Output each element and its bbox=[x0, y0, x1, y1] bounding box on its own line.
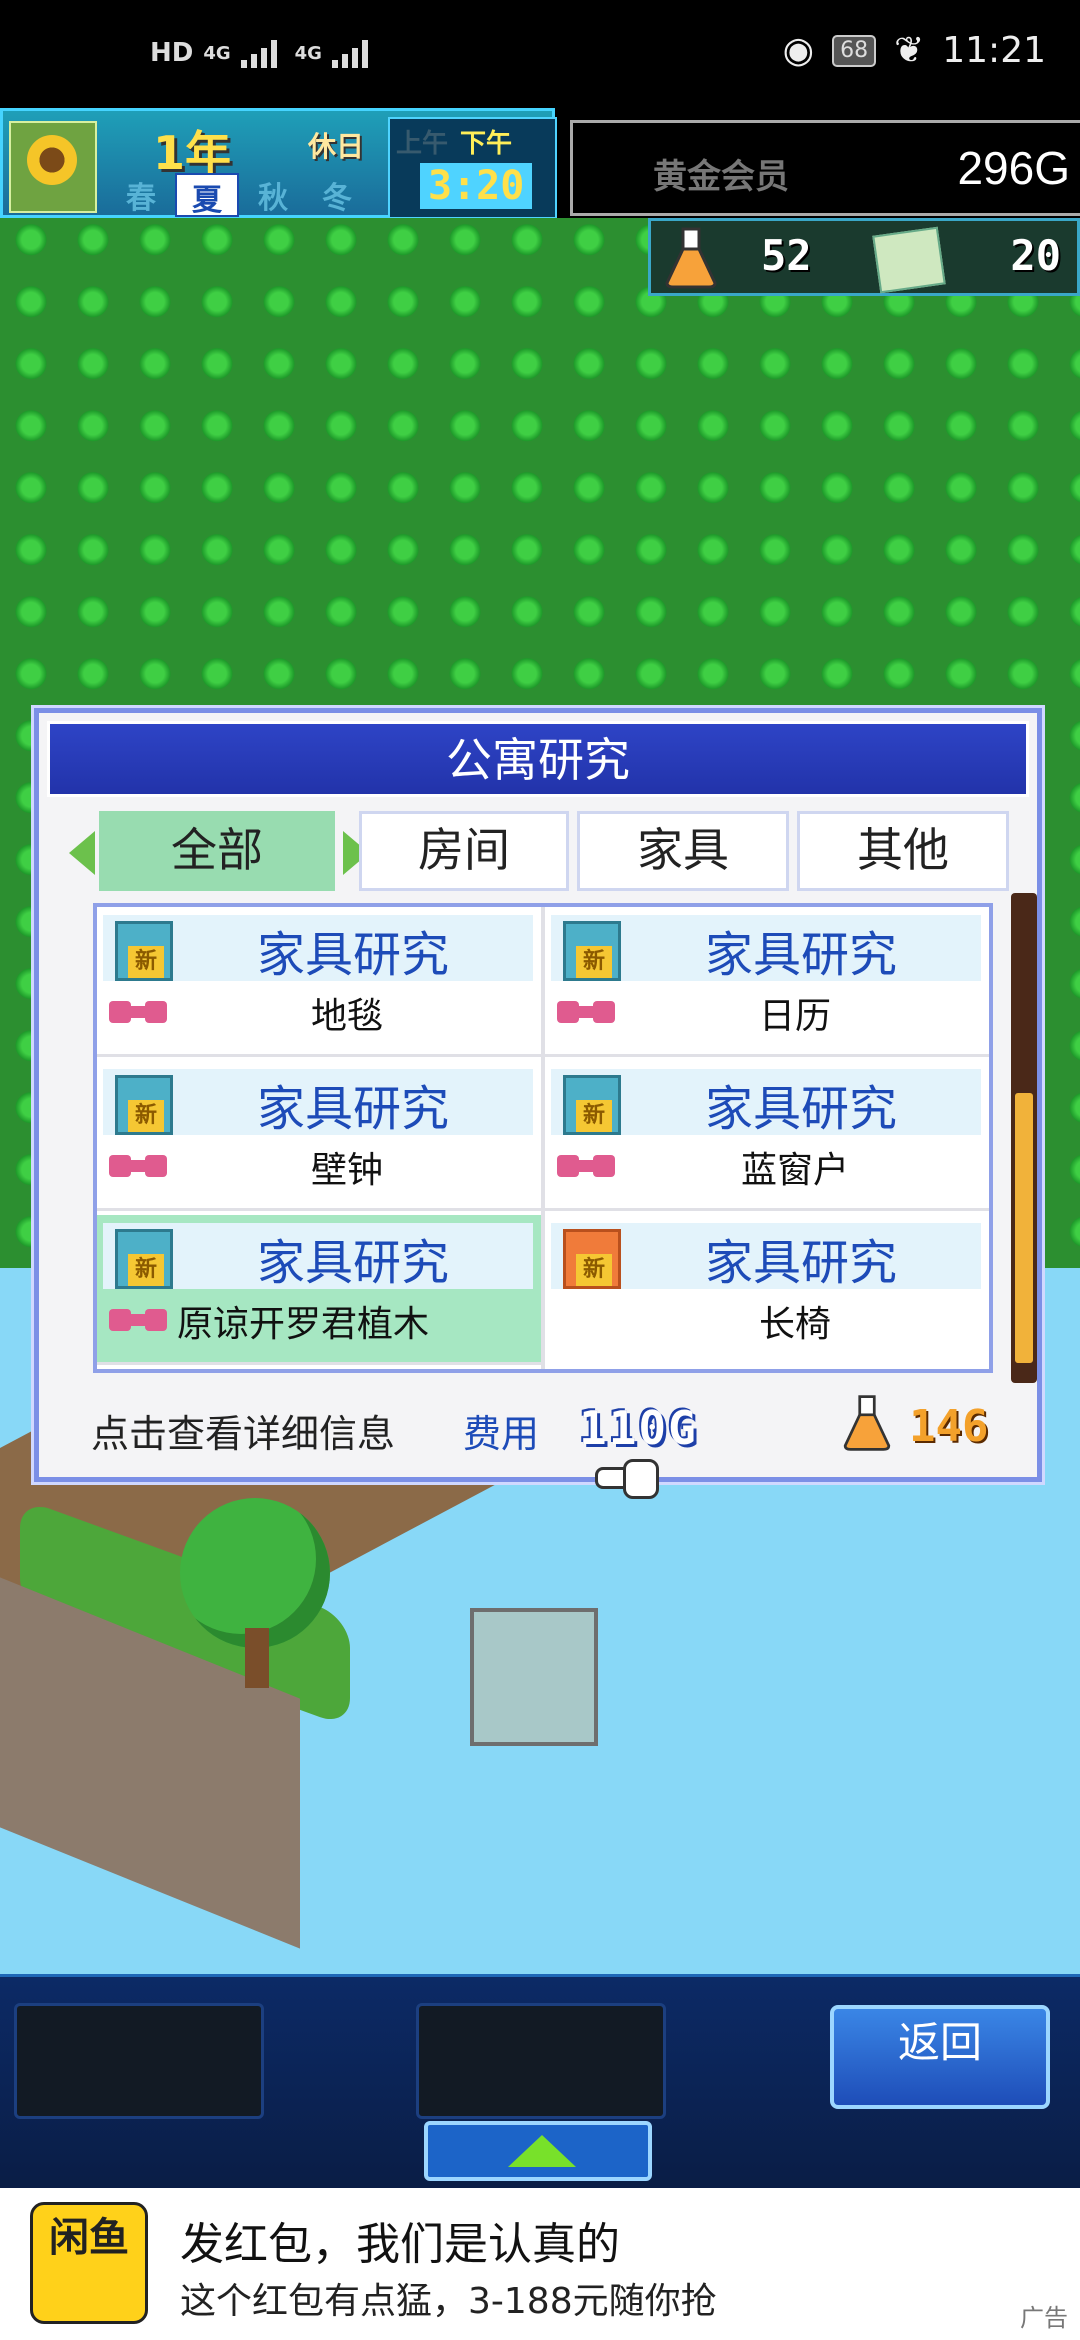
item-name: 原谅开罗君植木 bbox=[177, 1304, 430, 1345]
member-label: 黄金会员 bbox=[653, 157, 789, 197]
season-list: 春 夏 秋 冬 bbox=[111, 173, 367, 218]
item-title: 家具研究 bbox=[256, 1081, 449, 1137]
new-research-icon: 新 bbox=[115, 921, 173, 981]
research-dialog: 公寓研究 全部 房间 家具 其他 新 家具研究 地毯 新 家具研究 日历 新 家… bbox=[34, 708, 1042, 1499]
ad-tag: 广告 bbox=[1020, 2304, 1068, 2332]
list-scrollbar[interactable] bbox=[1011, 893, 1037, 1383]
sunflower-icon bbox=[9, 121, 97, 213]
cost-value: 110G bbox=[579, 1401, 698, 1455]
tab-all[interactable]: 全部 bbox=[99, 811, 335, 891]
ad-title[interactable]: 发红包，我们是认真的 bbox=[180, 2208, 620, 2272]
item-title: 家具研究 bbox=[256, 927, 449, 983]
flask-icon bbox=[843, 1395, 891, 1451]
back-button[interactable]: 返回 bbox=[830, 2005, 1050, 2109]
bow-icon bbox=[109, 1151, 167, 1181]
tree-trunk bbox=[245, 1628, 269, 1688]
item-name: 日历 bbox=[758, 996, 831, 1037]
hand-pointer-icon bbox=[595, 1455, 659, 1499]
item-title: 家具研究 bbox=[704, 927, 897, 983]
item-title: 家具研究 bbox=[256, 1235, 449, 1291]
item-title: 家具研究 bbox=[704, 1235, 897, 1291]
tab-prev-arrow-icon[interactable] bbox=[69, 831, 95, 875]
list-item[interactable]: 新 家具研究 壁钟 bbox=[97, 1061, 541, 1211]
tab-other[interactable]: 其他 bbox=[797, 811, 1009, 891]
bow-icon bbox=[557, 1151, 615, 1181]
season-winter: 冬 bbox=[322, 181, 352, 216]
clock-panel: 上午 下午 3:20 bbox=[388, 117, 557, 219]
glass-door bbox=[470, 1608, 598, 1746]
season-summer: 夏 bbox=[175, 173, 239, 218]
signal-icon bbox=[240, 38, 285, 68]
item-name: 壁钟 bbox=[310, 1150, 383, 1191]
holiday-label: 休日 bbox=[308, 130, 365, 163]
tab-rooms[interactable]: 房间 bbox=[359, 811, 569, 891]
research-cost: 146 bbox=[909, 1401, 989, 1452]
flask-icon bbox=[665, 227, 717, 289]
arrow-up-icon bbox=[508, 2135, 576, 2167]
status-right: ◉ 68 ❦ 11:21 bbox=[783, 30, 1046, 71]
item-name: 蓝窗户 bbox=[740, 1150, 849, 1191]
new-research-icon: 新 bbox=[563, 1075, 621, 1135]
status-bar: HD 4G 4G ◉ 68 ❦ 11:21 bbox=[0, 0, 1080, 108]
status-time: 11:21 bbox=[942, 30, 1046, 71]
leaf-icon: ❦ bbox=[894, 30, 925, 71]
dialog-title: 公寓研究 bbox=[47, 721, 1029, 797]
bow-icon bbox=[557, 997, 615, 1027]
list-item[interactable]: 新 家具研究 长椅 bbox=[545, 1215, 989, 1365]
scrollbar-thumb[interactable] bbox=[1015, 1093, 1033, 1363]
bottom-controls: 返回 bbox=[0, 1974, 1080, 2191]
new-research-icon: 新 bbox=[115, 1075, 173, 1135]
battery-icon: 68 bbox=[832, 34, 877, 67]
item-title: 家具研究 bbox=[704, 1081, 897, 1137]
empty-slot-1[interactable] bbox=[14, 2003, 264, 2119]
network-label-2: 4G bbox=[294, 42, 322, 64]
game-time: 3:20 bbox=[420, 163, 533, 209]
ad-logo[interactable]: 闲鱼 bbox=[30, 2202, 148, 2324]
season-spring: 春 bbox=[126, 181, 156, 216]
season-autumn: 秋 bbox=[258, 181, 288, 216]
network-label-1: 4G bbox=[203, 42, 231, 64]
expand-up-button[interactable] bbox=[424, 2121, 652, 2181]
research-points: 52 bbox=[761, 231, 812, 280]
empty-slot-2[interactable] bbox=[416, 2003, 666, 2119]
bow-icon bbox=[109, 997, 167, 1027]
gold-amount: 296G bbox=[957, 142, 1070, 194]
list-item[interactable]: 新 家具研究 日历 bbox=[545, 907, 989, 1057]
list-item-selected[interactable]: 新 家具研究 原谅开罗君植木 bbox=[97, 1215, 541, 1365]
calendar-panel[interactable]: 1年 休日 春 夏 秋 冬 上午 下午 3:20 bbox=[0, 108, 557, 219]
hd-label: HD bbox=[150, 38, 194, 68]
new-research-icon: 新 bbox=[563, 921, 621, 981]
status-left: HD 4G 4G bbox=[150, 38, 376, 68]
list-item[interactable]: 新 家具研究 蓝窗户 bbox=[545, 1061, 989, 1211]
new-research-icon: 新 bbox=[115, 1229, 173, 1289]
detail-hint: 点击查看详细信息 bbox=[91, 1412, 396, 1456]
list-item[interactable]: 新 家具研究 地毯 bbox=[97, 907, 541, 1057]
new-research-orange-icon: 新 bbox=[563, 1229, 621, 1289]
book-count: 20 bbox=[1010, 231, 1061, 280]
ad-subtitle[interactable]: 这个红包有点猛，3-188元随你抢 bbox=[180, 2272, 717, 2324]
book-icon bbox=[872, 226, 946, 294]
resource-bar: 52 20 bbox=[648, 218, 1080, 296]
item-name: 地毯 bbox=[310, 996, 383, 1037]
bow-icon bbox=[109, 1305, 167, 1335]
cost-label: 费用 bbox=[463, 1412, 540, 1456]
item-name: 长椅 bbox=[758, 1304, 831, 1345]
pm-label: 下午 bbox=[460, 129, 513, 159]
eye-comfort-icon: ◉ bbox=[782, 30, 815, 71]
ad-banner[interactable]: 闲鱼 发红包，我们是认真的 这个红包有点猛，3-188元随你抢 广告 bbox=[0, 2188, 1080, 2340]
am-label: 上午 bbox=[396, 129, 449, 159]
research-list: 新 家具研究 地毯 新 家具研究 日历 新 家具研究 壁钟 新 家具研究 蓝窗户… bbox=[93, 903, 993, 1499]
tree-icon bbox=[180, 1498, 330, 1648]
signal-icon-2 bbox=[331, 38, 376, 68]
tab-bar: 全部 房间 家具 其他 bbox=[69, 811, 1029, 891]
game-hud: 1年 休日 春 夏 秋 冬 上午 下午 3:20 黄金会员 296G bbox=[0, 108, 1080, 219]
tab-furniture[interactable]: 家具 bbox=[577, 811, 789, 891]
money-panel: 黄金会员 296G bbox=[570, 120, 1080, 216]
